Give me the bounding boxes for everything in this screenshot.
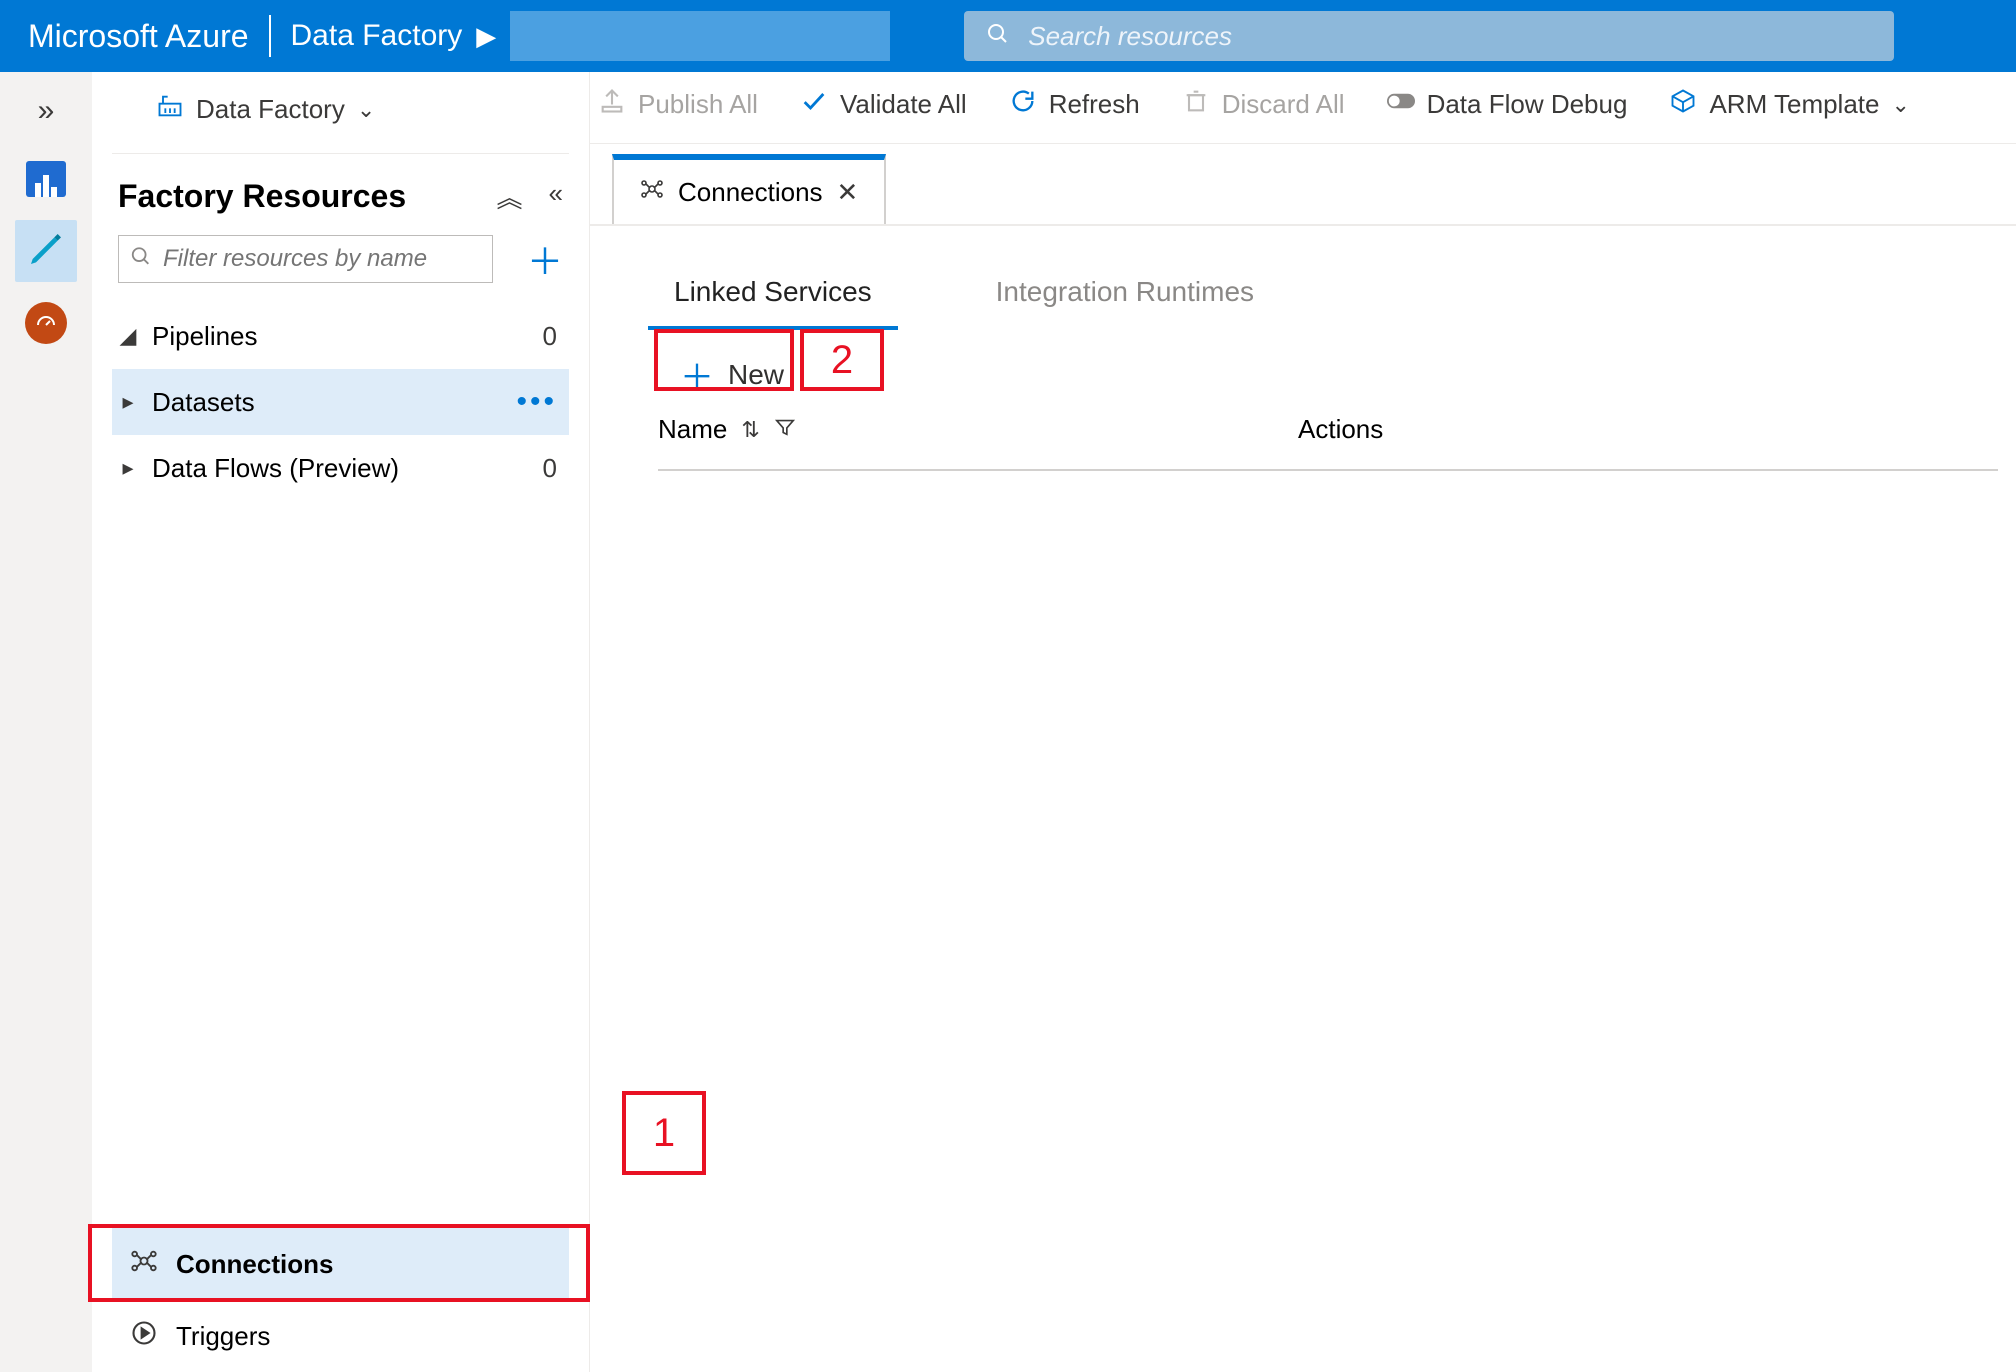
close-tab-button[interactable]: ✕ [837, 177, 859, 208]
gauge-icon [25, 302, 67, 344]
arm-template-dropdown[interactable]: ARM Template ⌄ [1669, 87, 1909, 122]
sort-icon[interactable]: ⇅ [741, 417, 759, 443]
rail-item-author[interactable] [15, 220, 77, 282]
tree-label: Pipelines [152, 321, 258, 352]
add-resource-button[interactable]: ＋ [527, 233, 563, 285]
dataflow-debug-toggle[interactable]: Data Flow Debug [1387, 87, 1628, 122]
chevron-down-icon: ⌄ [357, 97, 375, 123]
tree-count: 0 [543, 453, 557, 484]
chevron-right-icon: ▶ [476, 21, 496, 52]
caret-right-icon: ▸ [118, 389, 138, 415]
tab-connections[interactable]: Connections ✕ [612, 154, 886, 224]
column-actions-label: Actions [1298, 414, 1383, 444]
collapse-all-button[interactable]: ︽ [497, 178, 523, 215]
tree-count: 0 [543, 321, 557, 352]
resource-filter-row: ＋ [112, 229, 569, 303]
authoring-toolbar-left: Data Factory ⌄ [112, 72, 569, 154]
subtab-linked-services[interactable]: Linked Services [648, 262, 898, 330]
pencil-icon [26, 229, 66, 274]
discard-all-button[interactable]: Discard All [1182, 87, 1345, 122]
triggers-icon [130, 1319, 158, 1354]
factory-dropdown[interactable]: Data Factory ⌄ [156, 92, 375, 127]
caret-right-icon: ▸ [118, 455, 138, 481]
toggle-off-icon [1387, 87, 1415, 122]
publish-all-button[interactable]: Publish All [598, 87, 758, 122]
annotation-box-1 [88, 1224, 590, 1302]
validate-all-label: Validate All [840, 89, 967, 120]
check-icon [800, 87, 828, 122]
breadcrumb-current-redacted [510, 11, 890, 61]
annotation-box-2-inner [654, 329, 794, 391]
breadcrumb[interactable]: Data Factory ▶ [291, 11, 891, 61]
tree-label: Datasets [152, 387, 255, 418]
arm-template-label: ARM Template [1709, 89, 1879, 120]
publish-all-label: Publish All [638, 89, 758, 120]
refresh-button[interactable]: Refresh [1009, 87, 1140, 122]
connections-icon [640, 177, 664, 208]
tree-label: Data Flows (Preview) [152, 453, 399, 484]
nav-triggers-label: Triggers [176, 1321, 270, 1352]
panel-title: Factory Resources [118, 178, 406, 215]
annotation-label-1: 1 [622, 1091, 706, 1175]
connections-subtabs: Linked Services Integration Runtimes [648, 262, 1280, 330]
global-search[interactable] [964, 11, 1894, 61]
resource-tree: ◢ Pipelines 0 ▸ Datasets ••• ▸ Data Flow… [112, 303, 569, 501]
annotation-label-2: 2 [800, 329, 884, 391]
main-area: Publish All Validate All Refresh Discard… [590, 72, 2016, 1372]
column-header-actions: Actions [1298, 414, 1383, 445]
cube-icon [1669, 87, 1697, 122]
factory-icon [156, 92, 184, 127]
more-actions-button[interactable]: ••• [516, 385, 557, 419]
brand-label[interactable]: Microsoft Azure [28, 18, 249, 55]
panel-header: Factory Resources ︽ « [112, 154, 569, 229]
dashboard-icon [26, 161, 66, 197]
resource-filter-input[interactable] [118, 235, 493, 283]
left-icon-rail: » [0, 72, 92, 1372]
dataflow-debug-label: Data Flow Debug [1427, 89, 1628, 120]
tab-label: Connections [678, 177, 823, 208]
tabstrip-divider [590, 224, 2016, 226]
chevron-down-icon: ⌄ [1891, 92, 1909, 118]
hide-panel-button[interactable]: « [549, 178, 563, 215]
breadcrumb-service: Data Factory [291, 19, 463, 53]
validate-all-button[interactable]: Validate All [800, 87, 967, 122]
brand-separator [269, 15, 271, 57]
tree-row-pipelines[interactable]: ◢ Pipelines 0 [112, 303, 569, 369]
refresh-icon [1009, 87, 1037, 122]
caret-down-icon: ◢ [118, 323, 138, 349]
tree-row-datasets[interactable]: ▸ Datasets ••• [112, 369, 569, 435]
factory-dropdown-label: Data Factory [196, 94, 345, 125]
upload-icon [598, 87, 626, 122]
discard-all-label: Discard All [1222, 89, 1345, 120]
refresh-label: Refresh [1049, 89, 1140, 120]
tree-row-dataflows[interactable]: ▸ Data Flows (Preview) 0 [112, 435, 569, 501]
search-icon [130, 246, 152, 273]
subtab-integration-runtimes[interactable]: Integration Runtimes [970, 262, 1280, 330]
nav-triggers[interactable]: Triggers [112, 1300, 569, 1372]
authoring-toolbar-right: Publish All Validate All Refresh Discard… [590, 72, 2016, 144]
factory-resources-panel: Data Factory ⌄ Factory Resources ︽ « ＋ ◢ [92, 72, 590, 1372]
search-icon [986, 22, 1010, 51]
trash-icon [1182, 87, 1210, 122]
rail-item-dashboard[interactable] [15, 148, 77, 210]
expand-rail-button[interactable]: » [38, 84, 55, 138]
linked-services-grid-header: Name ⇅ Actions [658, 414, 1998, 471]
azure-topbar: Microsoft Azure Data Factory ▶ [0, 0, 2016, 72]
column-name-label: Name [658, 414, 727, 445]
column-header-name[interactable]: Name ⇅ [658, 414, 1298, 445]
filter-icon[interactable] [774, 416, 796, 444]
rail-item-monitor[interactable] [15, 292, 77, 354]
editor-tabstrip: Connections ✕ [612, 154, 886, 224]
global-search-input[interactable] [1028, 21, 1872, 52]
